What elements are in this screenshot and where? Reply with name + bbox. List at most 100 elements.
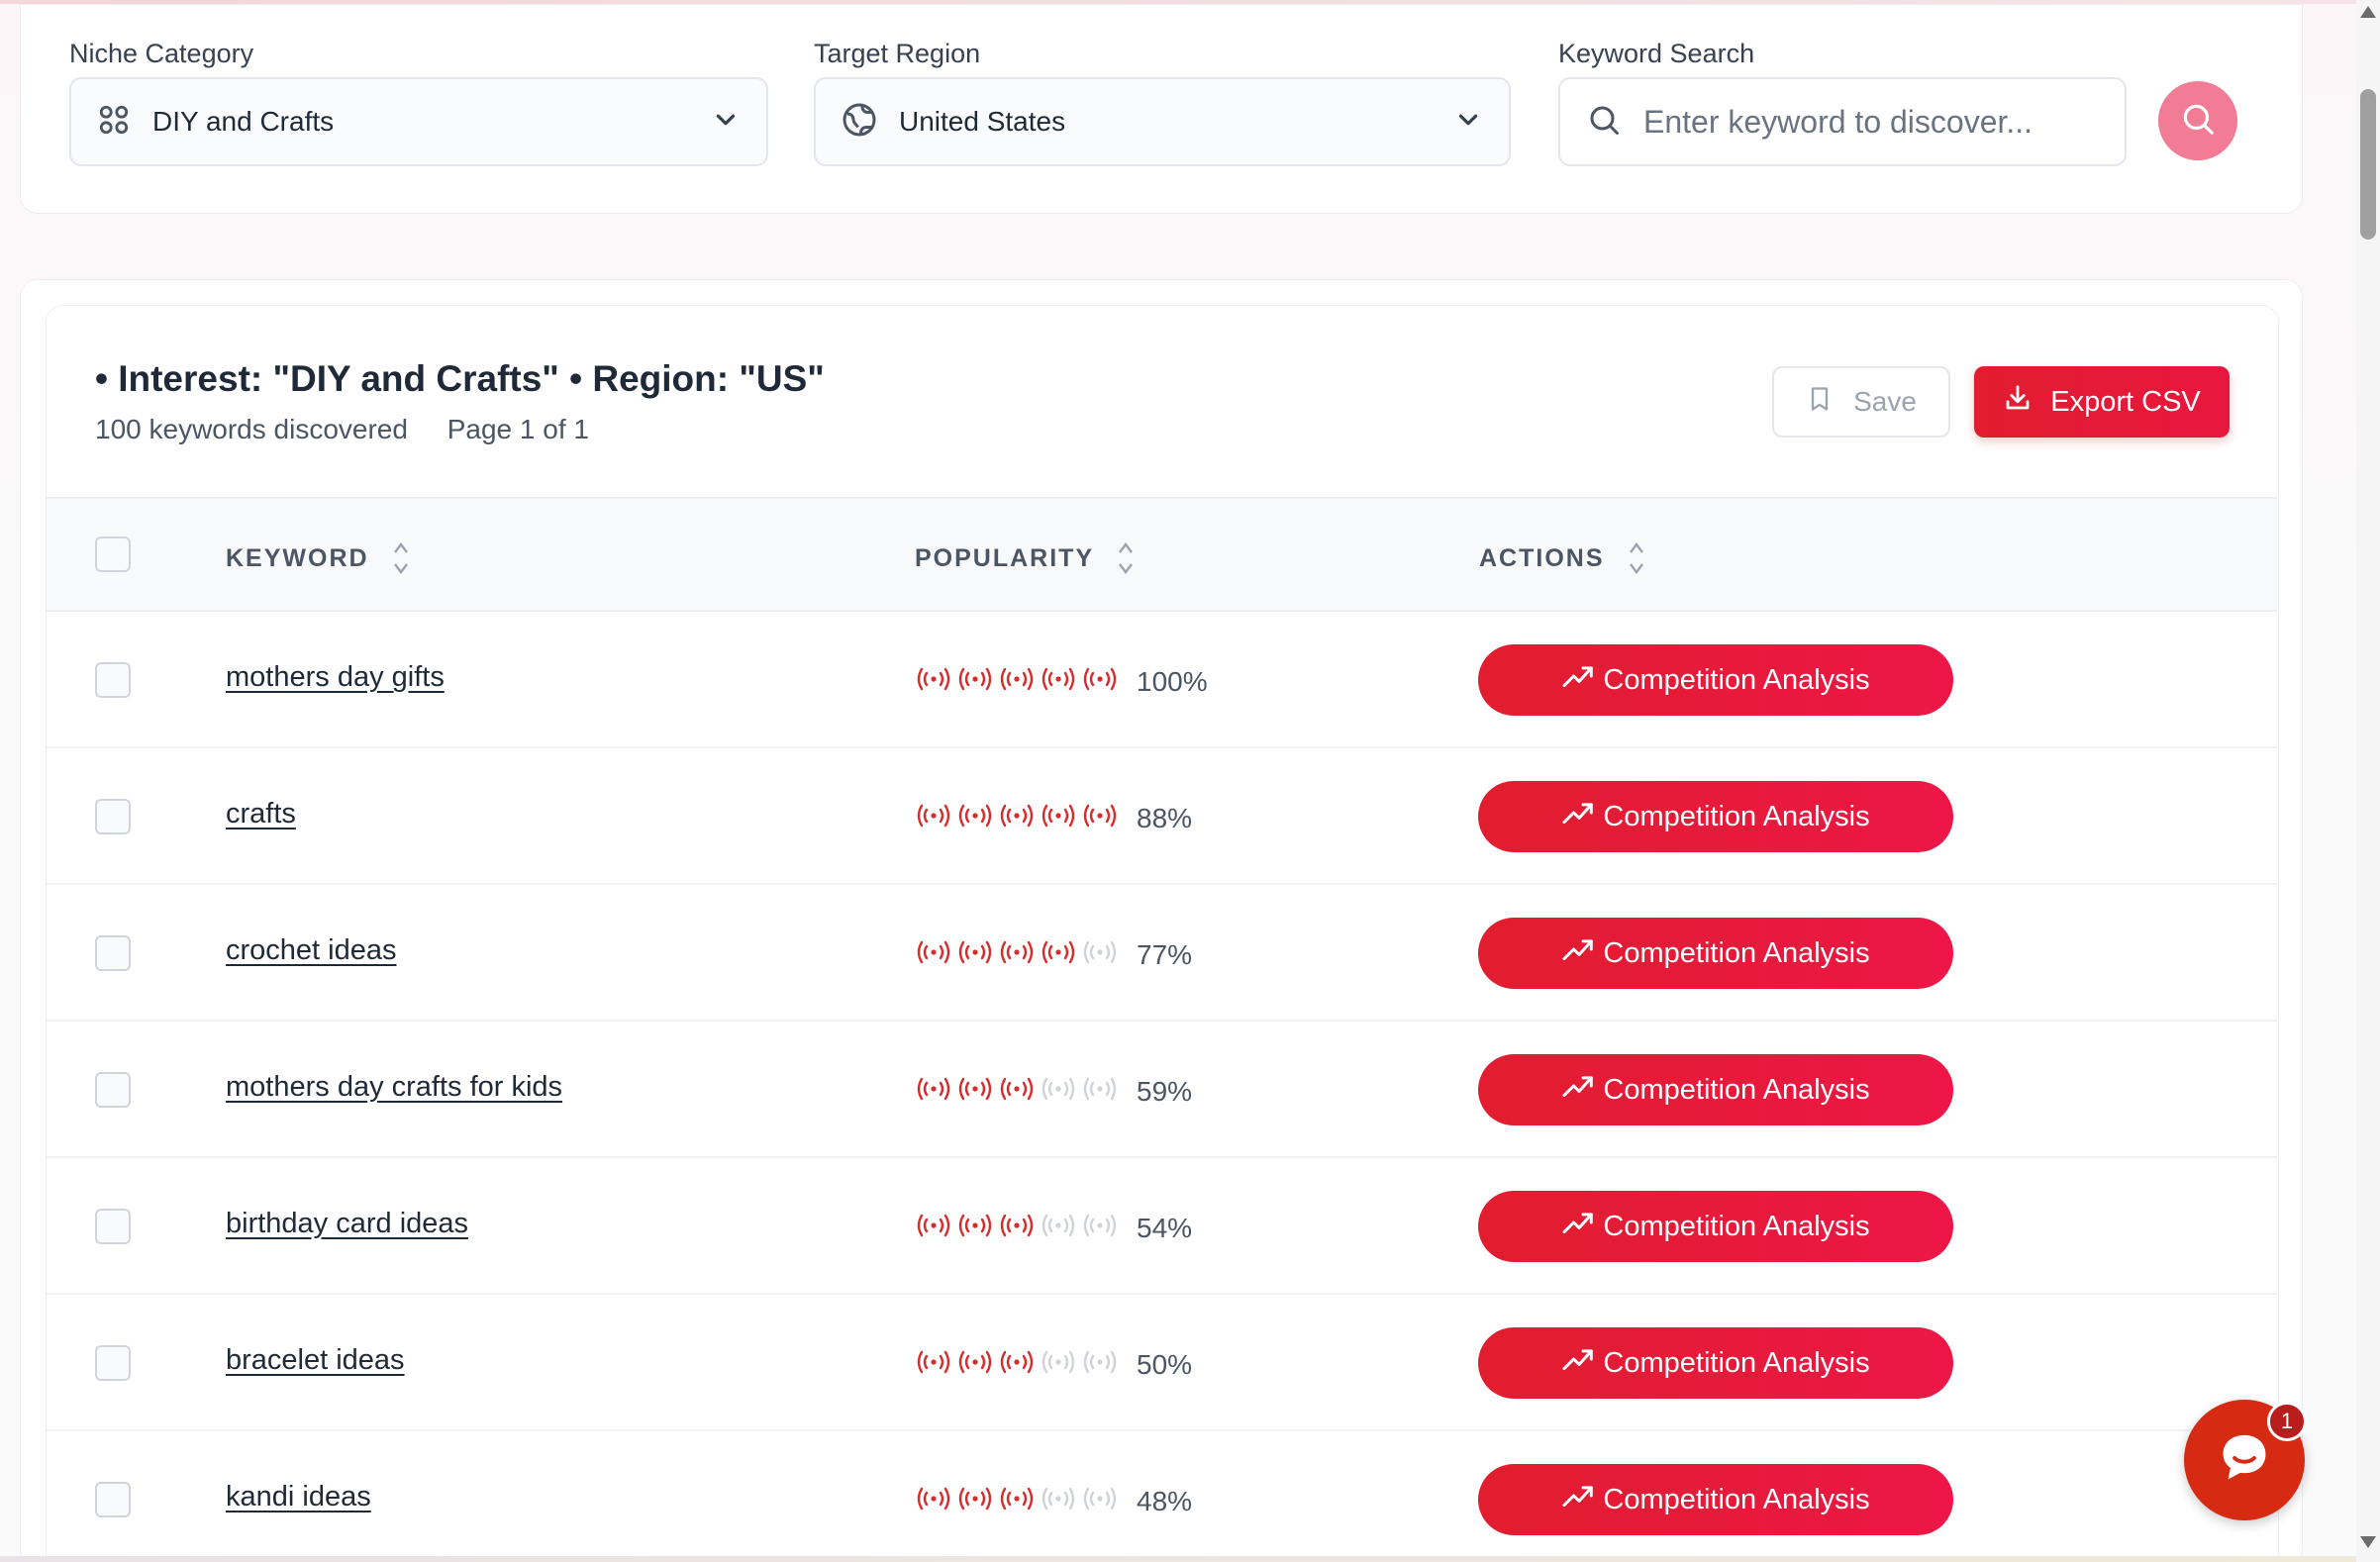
select-all-checkbox[interactable] [95, 537, 131, 572]
signal-icon [1081, 1073, 1119, 1110]
keyword-link[interactable]: mothers day gifts [226, 661, 445, 694]
table-row: crochet ideas 77% Competition Analysis [47, 885, 2277, 1022]
table-row: mothers day crafts for kids 59% Competit… [47, 1022, 2277, 1158]
signal-meter [915, 1210, 1119, 1246]
sort-icon [391, 538, 411, 578]
keyword-link[interactable]: mothers day crafts for kids [226, 1071, 562, 1104]
signal-icon [998, 800, 1036, 836]
competition-analysis-button[interactable]: Competition Analysis [1478, 1191, 1953, 1262]
export-csv-button[interactable]: Export CSV [1974, 366, 2230, 438]
competition-analysis-button[interactable]: Competition Analysis [1478, 918, 1953, 989]
results-summary: 100 keywords discovered Page 1 of 1 [95, 414, 589, 445]
competition-analysis-button[interactable]: Competition Analysis [1478, 781, 1953, 852]
popularity-value: 48% [1137, 1485, 1193, 1516]
competition-analysis-button[interactable]: Competition Analysis [1478, 1327, 1953, 1399]
globe-icon [842, 102, 877, 143]
keyword-column-header[interactable]: KEYWORD [226, 538, 411, 578]
table-row: bracelet ideas 50% Competition Analysis [47, 1295, 2277, 1431]
competition-analysis-label: Competition Analysis [1603, 663, 1870, 696]
signal-icon [1081, 1346, 1119, 1383]
download-icon [2003, 383, 2033, 421]
scroll-down-arrow-icon[interactable] [2360, 1536, 2376, 1548]
competition-analysis-button[interactable]: Competition Analysis [1478, 1464, 1953, 1535]
popularity-value: 88% [1137, 802, 1193, 833]
signal-meter [915, 663, 1119, 700]
popularity-indicator: 50% [915, 1346, 1192, 1383]
signal-icon [1040, 663, 1077, 700]
table-header: KEYWORD POPULARITY ACTIONS [47, 497, 2277, 612]
signal-icon [956, 1073, 994, 1110]
results-title: • Interest: "DIY and Crafts" • Region: "… [95, 358, 825, 399]
keyword-search-placeholder: Enter keyword to discover... [1643, 103, 2033, 140]
signal-icon [915, 800, 952, 836]
popularity-header-label: POPULARITY [915, 543, 1095, 572]
chevron-down-icon [711, 105, 741, 140]
save-button[interactable]: Save [1772, 366, 1950, 438]
popularity-indicator: 54% [915, 1210, 1192, 1246]
bookmark-icon [1806, 385, 1834, 420]
popularity-value: 54% [1137, 1212, 1193, 1243]
competition-analysis-button[interactable]: Competition Analysis [1478, 1054, 1953, 1125]
niche-category-select[interactable]: DIY and Crafts [69, 77, 768, 166]
row-checkbox[interactable] [95, 1209, 131, 1244]
popularity-indicator: 77% [915, 936, 1192, 973]
grid-icon [97, 103, 131, 142]
signal-icon [956, 800, 994, 836]
keyword-link[interactable]: kandi ideas [226, 1481, 371, 1513]
keyword-search-label: Keyword Search [1558, 39, 1755, 68]
signal-icon [915, 663, 952, 700]
keyword-search-field: Keyword Search Enter keyword to discover… [1558, 36, 2127, 166]
actions-column-header[interactable]: ACTIONS [1479, 538, 1646, 578]
row-checkbox[interactable] [95, 1482, 131, 1517]
table-row: crafts 88% Competition Analysis [47, 748, 2277, 885]
keyword-link[interactable]: crafts [226, 798, 296, 830]
chat-notification-badge: 1 [2267, 1402, 2307, 1441]
row-checkbox[interactable] [95, 935, 131, 971]
target-region-value: United States [899, 106, 1066, 137]
signal-icon [1081, 663, 1119, 700]
signal-icon [998, 663, 1036, 700]
competition-analysis-label: Competition Analysis [1603, 1073, 1870, 1106]
niche-category-value: DIY and Crafts [152, 106, 335, 137]
actions-header-label: ACTIONS [1479, 543, 1605, 572]
target-region-select[interactable]: United States [814, 77, 1511, 166]
signal-icon [915, 1483, 952, 1519]
competition-analysis-label: Competition Analysis [1603, 1210, 1870, 1242]
keyword-search-input[interactable]: Enter keyword to discover... [1558, 77, 2127, 166]
row-checkbox[interactable] [95, 799, 131, 834]
trending-up-icon [1561, 798, 1597, 835]
niche-category-label: Niche Category [69, 39, 254, 68]
signal-icon [1081, 936, 1119, 973]
signal-icon [1040, 1346, 1077, 1383]
popularity-value: 50% [1137, 1348, 1193, 1380]
signal-icon [915, 1210, 952, 1246]
row-checkbox[interactable] [95, 1072, 131, 1108]
signal-icon [1040, 800, 1077, 836]
search-button[interactable] [2158, 81, 2237, 160]
save-label: Save [1853, 386, 1917, 417]
popularity-indicator: 100% [915, 663, 1208, 700]
sort-icon [1116, 538, 1136, 578]
trending-up-icon [1561, 661, 1597, 699]
popularity-indicator: 59% [915, 1073, 1192, 1110]
trending-up-icon [1561, 1344, 1597, 1382]
scrollbar-thumb[interactable] [2360, 89, 2376, 240]
row-checkbox[interactable] [95, 662, 131, 698]
competition-analysis-button[interactable]: Competition Analysis [1478, 644, 1953, 716]
keyword-link[interactable]: birthday card ideas [226, 1208, 468, 1240]
keyword-link[interactable]: crochet ideas [226, 934, 397, 967]
popularity-value: 77% [1137, 938, 1193, 970]
signal-icon [1081, 1483, 1119, 1519]
keyword-link[interactable]: bracelet ideas [226, 1344, 405, 1377]
signal-meter [915, 800, 1119, 836]
competition-analysis-label: Competition Analysis [1603, 800, 1870, 832]
row-checkbox[interactable] [95, 1345, 131, 1381]
competition-analysis-label: Competition Analysis [1603, 936, 1870, 969]
popularity-column-header[interactable]: POPULARITY [915, 538, 1136, 578]
signal-icon [1081, 1210, 1119, 1246]
signal-icon [1040, 1483, 1077, 1519]
signal-icon [956, 1483, 994, 1519]
popularity-indicator: 48% [915, 1483, 1192, 1519]
signal-meter [915, 936, 1119, 973]
scroll-up-arrow-icon[interactable] [2360, 6, 2376, 18]
